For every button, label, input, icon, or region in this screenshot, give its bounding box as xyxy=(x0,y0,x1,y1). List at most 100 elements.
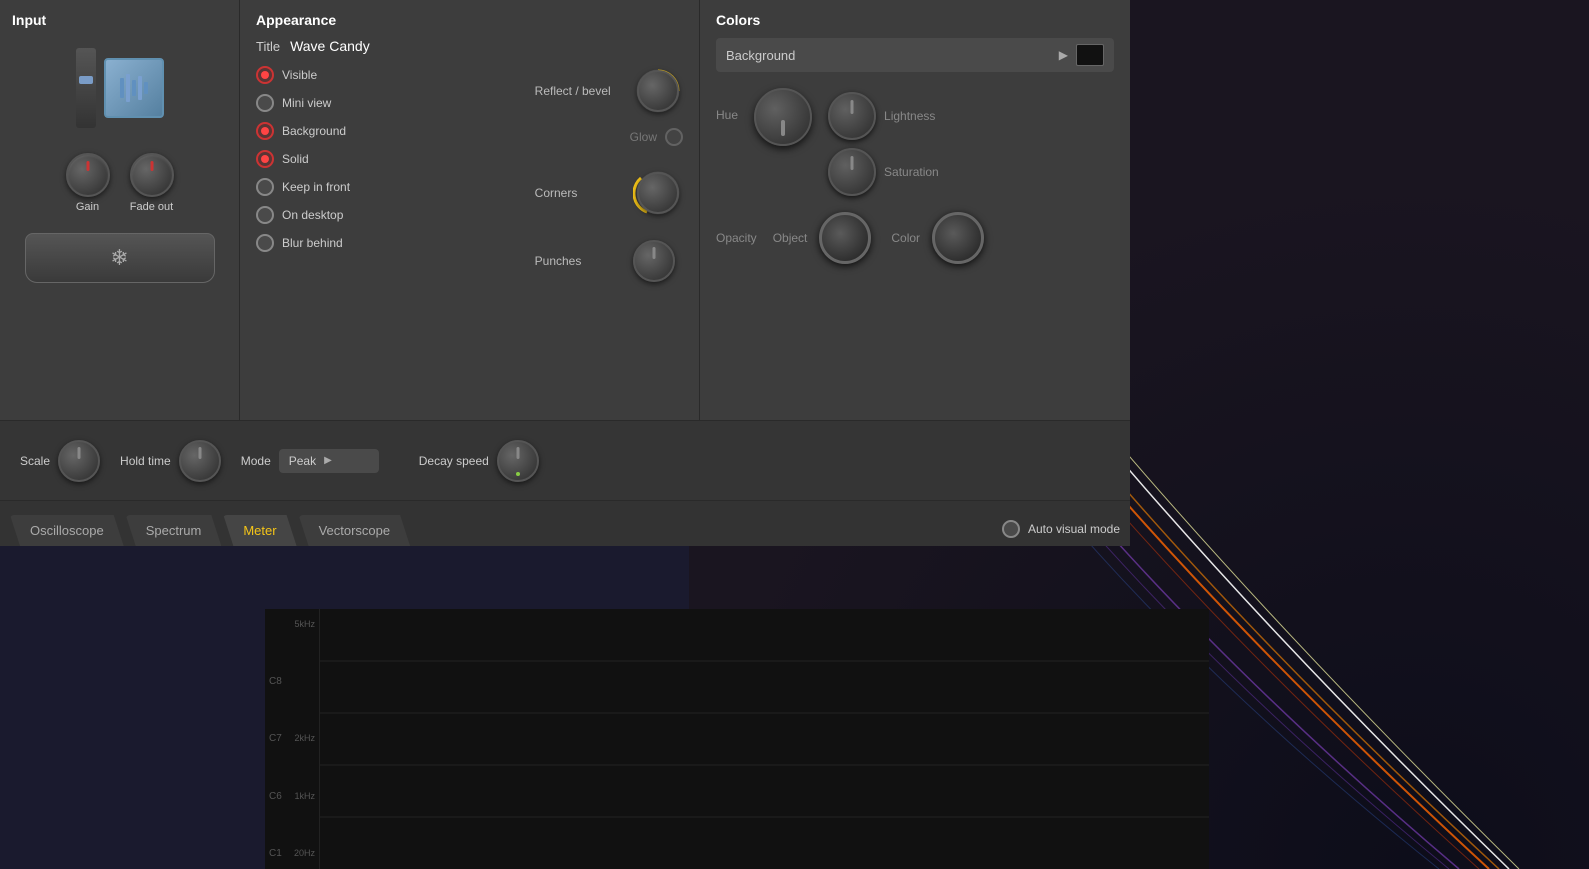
scale-group: Scale xyxy=(20,440,100,482)
tab-oscilloscope[interactable]: Oscilloscope xyxy=(10,515,124,546)
reflect-bevel-knob[interactable] xyxy=(637,70,679,112)
background-selector[interactable]: Background ▶ xyxy=(716,38,1114,72)
option-solid[interactable]: Solid xyxy=(256,150,505,168)
radio-blur-behind-label: Blur behind xyxy=(282,236,343,250)
opacity-row: Opacity Object Color xyxy=(716,212,1114,264)
appearance-title: Appearance xyxy=(256,12,683,28)
title-subtitle: Title xyxy=(256,39,280,54)
radio-mini-view xyxy=(256,94,274,112)
hue-knob[interactable] xyxy=(754,88,812,146)
object-label: Object xyxy=(773,231,808,245)
waveform-icon xyxy=(104,58,164,118)
snowflake-icon: ❄ xyxy=(110,245,128,271)
plugin-panel: Input xyxy=(0,0,1130,546)
lightness-knob[interactable] xyxy=(828,92,876,140)
option-blur-behind[interactable]: Blur behind xyxy=(256,234,505,252)
radio-background-label: Background xyxy=(282,124,346,138)
glow-label: Glow xyxy=(630,130,657,144)
color-knobs-grid: Hue Lightness Saturation xyxy=(716,88,1114,196)
lightness-saturation-col: Lightness Saturation xyxy=(828,92,954,196)
opacity-label: Opacity xyxy=(716,231,757,245)
title-row: Title Wave Candy xyxy=(256,38,683,54)
colors-panel: Colors Background ▶ Hue Lightness xyxy=(700,0,1130,420)
option-visible[interactable]: Visible xyxy=(256,66,505,84)
note-c7: C7 xyxy=(269,733,282,744)
glow-toggle[interactable] xyxy=(665,128,683,146)
mode-label: Mode xyxy=(241,454,271,468)
bottom-bar: Scale Hold time Mode Peak ▶ Decay speed xyxy=(0,420,1130,500)
note-c1: C1 xyxy=(269,848,282,859)
saturation-knob[interactable] xyxy=(828,148,876,196)
fadeout-label: Fade out xyxy=(130,201,173,213)
background-color-swatch[interactable] xyxy=(1076,44,1104,66)
note-c8: C8 xyxy=(269,676,282,687)
hold-time-label: Hold time xyxy=(120,454,171,468)
radio-on-desktop xyxy=(256,206,274,224)
hold-time-knob[interactable] xyxy=(179,440,221,482)
spectrum-y-axis: 5kHz C8 C7 2kHz C6 1kHz C1 20Hz xyxy=(265,609,320,869)
corners-knob[interactable] xyxy=(637,172,679,214)
decay-speed-label: Decay speed xyxy=(419,454,489,468)
decay-speed-knob[interactable] xyxy=(497,440,539,482)
object-knob[interactable] xyxy=(819,212,871,264)
radio-background xyxy=(256,122,274,140)
fadeout-knob[interactable] xyxy=(130,153,174,197)
input-controls: Gain Fade out ❄ xyxy=(12,38,227,283)
spectrum-grid xyxy=(320,609,1209,869)
radio-solid-label: Solid xyxy=(282,152,309,166)
saturation-group: Saturation xyxy=(828,148,954,196)
option-mini-view[interactable]: Mini view xyxy=(256,94,505,112)
radio-solid xyxy=(256,150,274,168)
radio-keep-in-front xyxy=(256,178,274,196)
punches-label: Punches xyxy=(535,254,625,268)
appearance-content: Visible Mini view Background Solid xyxy=(256,66,683,282)
saturation-label: Saturation xyxy=(884,165,954,179)
spec-label-5k: 5kHz xyxy=(269,619,315,629)
top-section: Input xyxy=(0,0,1130,420)
spec-label-c7: C7 2kHz xyxy=(269,733,315,744)
gain-slider[interactable] xyxy=(76,48,96,128)
gain-label: Gain xyxy=(76,201,99,213)
scale-knob[interactable] xyxy=(58,440,100,482)
freq-1k: 1kHz xyxy=(294,791,315,802)
option-background[interactable]: Background xyxy=(256,122,505,140)
radio-mini-view-label: Mini view xyxy=(282,96,331,110)
freq-5k: 5kHz xyxy=(294,619,315,629)
color-knob[interactable] xyxy=(932,212,984,264)
title-value: Wave Candy xyxy=(290,38,370,54)
corners-knob-wrap xyxy=(633,168,683,218)
scale-label: Scale xyxy=(20,454,50,468)
option-on-desktop[interactable]: On desktop xyxy=(256,206,505,224)
input-title: Input xyxy=(12,12,227,28)
freeze-button[interactable]: ❄ xyxy=(25,233,215,283)
mode-arrow-icon: ▶ xyxy=(324,455,332,466)
radio-on-desktop-label: On desktop xyxy=(282,208,343,222)
options-list: Visible Mini view Background Solid xyxy=(256,66,505,282)
lightness-group: Lightness xyxy=(828,92,954,140)
freq-2k: 2kHz xyxy=(294,733,315,744)
corners-label: Corners xyxy=(535,186,625,200)
appearance-panel: Appearance Title Wave Candy Visible Mini… xyxy=(240,0,700,420)
color-label-text: Color xyxy=(891,231,920,245)
input-panel: Input xyxy=(0,0,240,420)
mode-value: Peak xyxy=(289,454,316,468)
radio-visible xyxy=(256,66,274,84)
tab-meter[interactable]: Meter xyxy=(223,515,296,546)
gain-knob[interactable] xyxy=(66,153,110,197)
hold-time-group: Hold time xyxy=(120,440,221,482)
tab-vectorscope[interactable]: Vectorscope xyxy=(299,515,411,546)
spec-label-c1: C1 20Hz xyxy=(269,848,315,859)
radio-blur-behind xyxy=(256,234,274,252)
auto-visual-toggle[interactable] xyxy=(1002,520,1020,538)
mode-dropdown[interactable]: Peak ▶ xyxy=(279,449,379,473)
decay-speed-group: Decay speed xyxy=(419,440,539,482)
option-keep-in-front[interactable]: Keep in front xyxy=(256,178,505,196)
reflect-bevel-label: Reflect / bevel xyxy=(535,84,625,98)
reflect-bevel-group: Reflect / bevel xyxy=(535,66,683,116)
hue-label: Hue xyxy=(716,108,738,122)
auto-visual-label: Auto visual mode xyxy=(1028,522,1120,536)
tabs-row: Oscilloscope Spectrum Meter Vectorscope … xyxy=(0,500,1130,546)
tab-spectrum[interactable]: Spectrum xyxy=(126,515,222,546)
spectrum-area: 5kHz C8 C7 2kHz C6 1kHz C1 20Hz xyxy=(265,609,1209,869)
punches-knob[interactable] xyxy=(633,240,675,282)
